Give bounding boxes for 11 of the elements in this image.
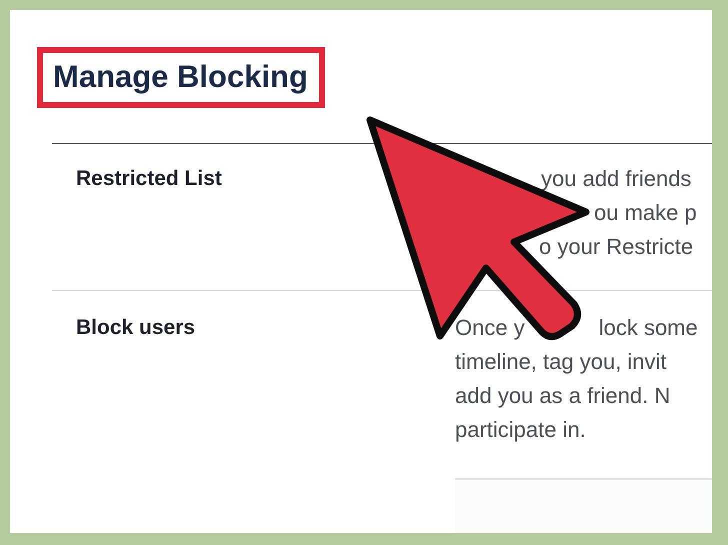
description-text: Once y — [455, 314, 525, 342]
setting-label: Block users — [76, 315, 196, 341]
description-text: lock some — [598, 314, 698, 342]
description-text: timeline, tag you, invit — [455, 348, 667, 376]
description-text: ou make p — [594, 199, 697, 227]
description-text: o your Restricte — [539, 233, 694, 261]
description-text: you add friends — [541, 165, 692, 193]
description-text: participate in. — [455, 416, 586, 444]
page-title: Manage Blocking — [53, 59, 308, 95]
description-text: add you as a friend. N — [455, 382, 670, 410]
setting-label: Restricted List — [76, 166, 223, 192]
